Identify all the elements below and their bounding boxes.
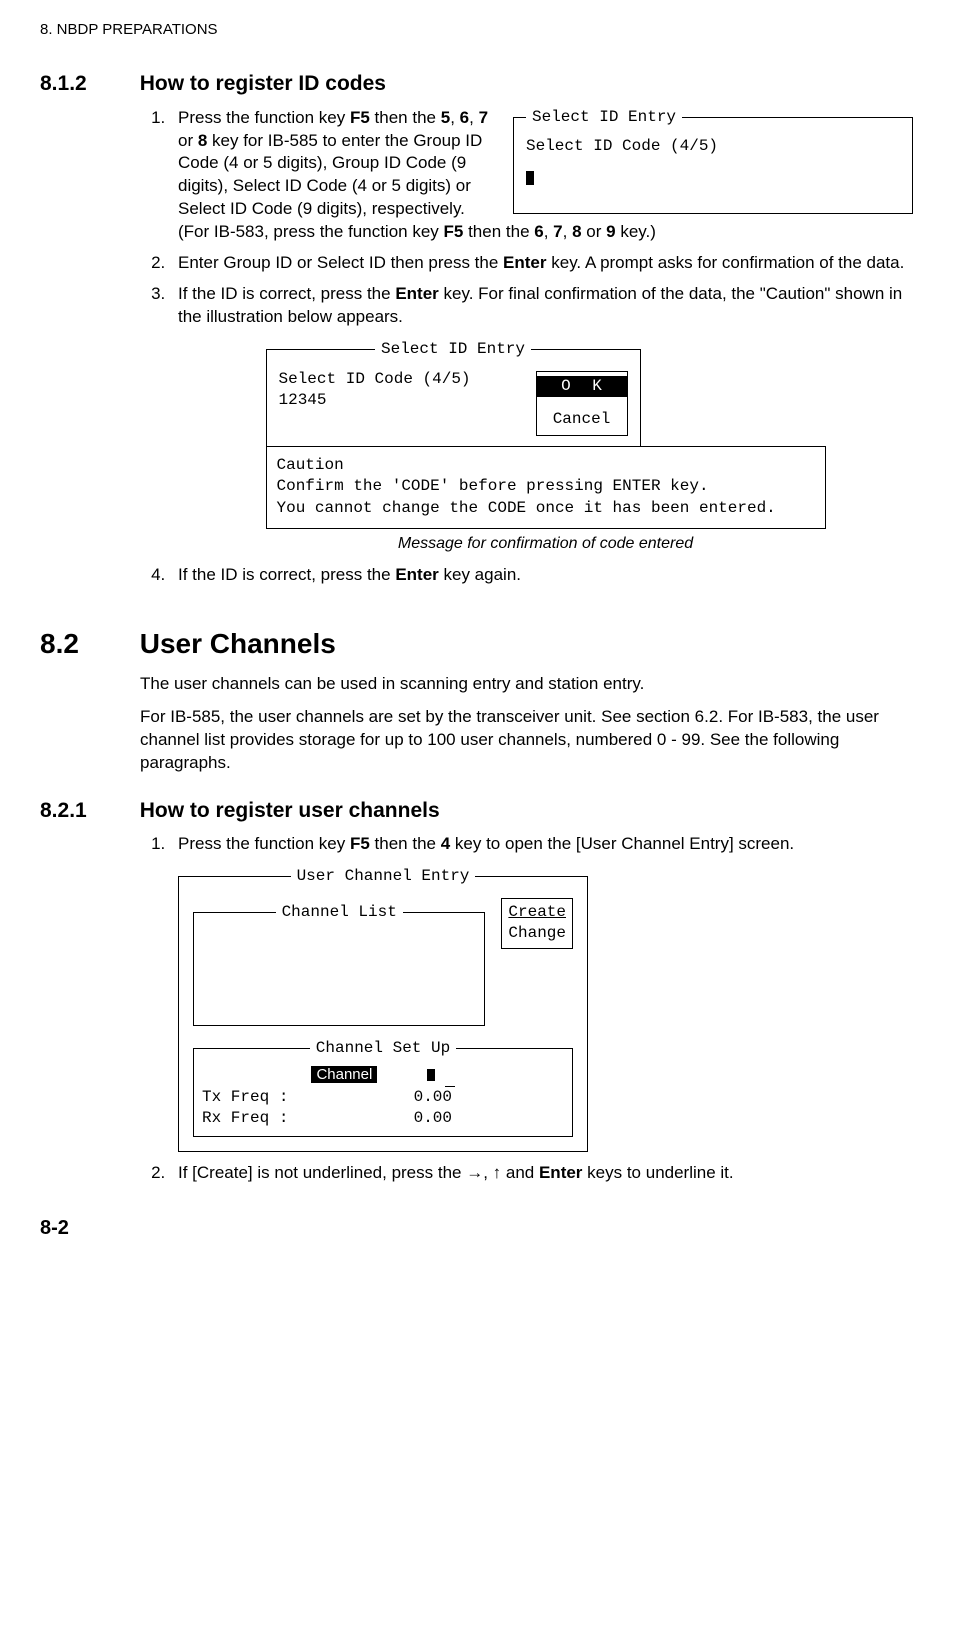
t: or <box>582 222 607 241</box>
key-enter: Enter <box>395 284 438 303</box>
t: , <box>450 108 459 127</box>
cursor-row <box>526 168 900 190</box>
channel-row: Channel <box>202 1065 564 1087</box>
cursor-icon <box>526 171 534 185</box>
ok-cancel-menu: O K Cancel <box>536 371 628 436</box>
label: Tx Freq : <box>202 1087 288 1109</box>
t: key.) <box>616 222 656 241</box>
caution-line: You cannot change the CODE once it has b… <box>277 498 815 520</box>
t: keys to underline it. <box>582 1163 733 1182</box>
key-7: 7 <box>479 108 488 127</box>
t: , <box>469 108 478 127</box>
window-title: User Channel Entry <box>291 866 476 888</box>
step-1: Select ID Entry Select ID Code (4/5) Pre… <box>170 107 913 245</box>
box-title: Channel List <box>276 902 403 924</box>
window-text: Select ID Code (4/5) <box>526 136 900 158</box>
key-8: 8 <box>572 222 581 241</box>
t: then the <box>463 222 534 241</box>
figure-caption: Message for confirmation of code entered <box>178 533 913 555</box>
label: Rx Freq : <box>202 1108 288 1130</box>
subsection-title: How to register user channels <box>140 799 440 822</box>
step-4: If the ID is correct, press the Enter ke… <box>170 564 913 587</box>
channel-list-box: Channel List <box>193 902 485 1026</box>
window-title: Select ID Entry <box>375 339 531 361</box>
value: 0.00 <box>414 1087 452 1109</box>
t: key for IB-585 to enter the Group ID Cod… <box>178 131 482 242</box>
key-enter: Enter <box>395 565 438 584</box>
key-8: 8 <box>198 131 207 150</box>
heading-8-2: 8.2 User Channels <box>40 625 913 663</box>
key-4: 4 <box>441 834 450 853</box>
create-option[interactable]: Create <box>508 902 566 924</box>
t: key. A prompt asks for confirmation of t… <box>547 253 905 272</box>
t: then the <box>370 108 441 127</box>
step-2: Enter Group ID or Select ID then press t… <box>170 252 913 275</box>
t: Press the function key <box>178 834 350 853</box>
paragraph: For IB-585, the user channels are set by… <box>140 706 913 775</box>
key-f5: F5 <box>350 108 370 127</box>
caution-line: Confirm the 'CODE' before pressing ENTER… <box>277 476 815 498</box>
key-7: 7 <box>553 222 562 241</box>
step-1: Press the function key F5 then the 4 key… <box>170 833 913 1152</box>
key-enter: Enter <box>503 253 546 272</box>
caution-box: Caution Confirm the 'CODE' before pressi… <box>266 446 826 529</box>
heading-8-1-2: 8.1.2 How to register ID codes <box>40 70 913 98</box>
page-number: 8-2 <box>40 1215 913 1242</box>
content-8-2: The user channels can be used in scannin… <box>140 673 913 775</box>
section-number: 8.2 <box>40 625 135 663</box>
t: key to open the [User Channel Entry] scr… <box>450 834 794 853</box>
t: then the <box>370 834 441 853</box>
caution-title: Caution <box>277 455 815 477</box>
cursor-icon <box>427 1069 435 1081</box>
create-change-menu: Create Change <box>501 898 573 949</box>
step-3: If the ID is correct, press the Enter ke… <box>170 283 913 554</box>
id-value: 12345 <box>279 390 471 412</box>
section-title: User Channels <box>140 628 336 659</box>
key-f5: F5 <box>444 222 464 241</box>
ok-button[interactable]: O K <box>537 376 627 398</box>
value: 0.00 <box>414 1108 452 1130</box>
box-title: Channel Set Up <box>310 1038 456 1060</box>
key-9: 9 <box>606 222 615 241</box>
user-channel-window: User Channel Entry Channel List Create C… <box>178 866 588 1152</box>
subsection-number: 8.1.2 <box>40 70 135 98</box>
content-8-2-1: Press the function key F5 then the 4 key… <box>140 833 913 1185</box>
key-6: 6 <box>534 222 543 241</box>
t: , <box>544 222 553 241</box>
subsection-title: How to register ID codes <box>140 72 386 95</box>
window-title: Select ID Entry <box>526 107 682 129</box>
cancel-button[interactable]: Cancel <box>537 409 627 431</box>
step-2: If [Create] is not underlined, press the… <box>170 1162 913 1185</box>
select-id-window-1: Select ID Entry Select ID Code (4/5) <box>513 107 913 215</box>
page-header: 8. NBDP PREPARATIONS <box>40 20 913 40</box>
key-6: 6 <box>460 108 469 127</box>
figure-confirmation: Select ID Entry Select ID Code (4/5) 123… <box>178 339 913 554</box>
figure-select-id-1: Select ID Entry Select ID Code (4/5) <box>513 107 913 215</box>
key-enter: Enter <box>539 1163 582 1182</box>
channel-label: Channel <box>311 1066 377 1083</box>
change-option[interactable]: Change <box>508 923 566 945</box>
content-8-1-2: Select ID Entry Select ID Code (4/5) Pre… <box>140 107 913 588</box>
t: Press the function key <box>178 108 350 127</box>
subsection-number: 8.2.1 <box>40 797 135 825</box>
paragraph: The user channels can be used in scannin… <box>140 673 913 696</box>
key-5: 5 <box>441 108 450 127</box>
figure-user-channel: User Channel Entry Channel List Create C… <box>178 866 913 1152</box>
t: If the ID is correct, press the <box>178 565 395 584</box>
tx-freq-row: Tx Freq : 0.00 <box>202 1087 452 1109</box>
t: If [Create] is not underlined, press the… <box>178 1163 539 1182</box>
t: key again. <box>439 565 521 584</box>
t: If the ID is correct, press the <box>178 284 395 303</box>
heading-8-2-1: 8.2.1 How to register user channels <box>40 797 913 825</box>
t: , <box>563 222 572 241</box>
t: Enter Group ID or Select ID then press t… <box>178 253 503 272</box>
channel-setup-box: Channel Set Up Channel Tx Freq : 0.00 Rx… <box>193 1038 573 1137</box>
t: or <box>178 131 198 150</box>
key-f5: F5 <box>350 834 370 853</box>
select-id-window-2: Select ID Entry Select ID Code (4/5) 123… <box>266 339 641 447</box>
window-text: Select ID Code (4/5) <box>279 369 471 391</box>
rx-freq-row: Rx Freq : 0.00 <box>202 1108 452 1130</box>
